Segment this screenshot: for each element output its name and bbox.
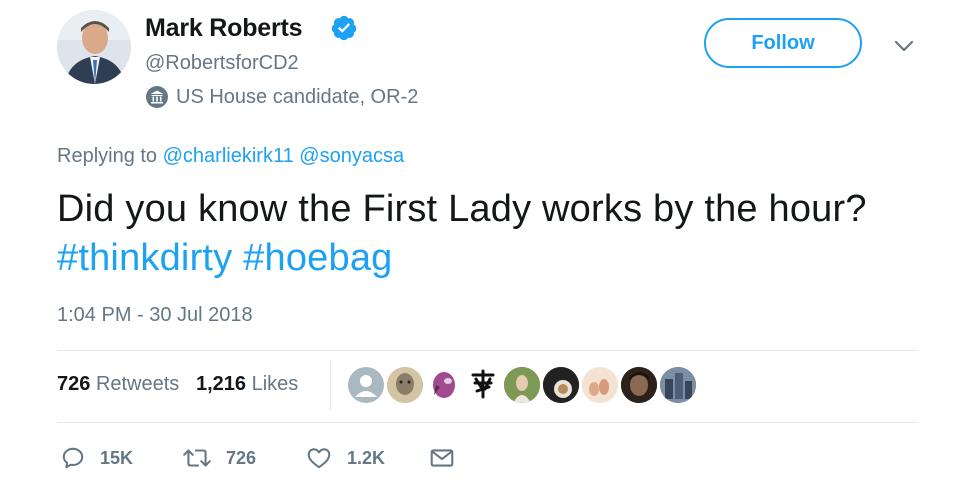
tweet-body: Did you know the First Lady works by the… — [57, 188, 867, 230]
reply-button[interactable]: 15K — [60, 443, 133, 473]
author-handle[interactable]: @RobertsforCD2 — [145, 52, 299, 75]
hashtag-link[interactable]: #hoebag — [243, 237, 392, 279]
tweet-timestamp[interactable]: 1:04 PM - 30 Jul 2018 — [57, 304, 253, 327]
author-name[interactable]: Mark Roberts — [145, 14, 303, 43]
tweet-stats: 726 Retweets 1,216 Likes — [57, 373, 298, 396]
retweets-label: Retweets — [95, 373, 180, 395]
reply-count: 15K — [100, 447, 134, 468]
reply-prefix: Replying to — [57, 145, 158, 167]
author-avatar[interactable] — [57, 10, 131, 84]
direct-message-button[interactable] — [428, 443, 470, 473]
retweets-count: 726 — [57, 373, 91, 395]
likes-label: Likes — [251, 373, 299, 395]
government-label-icon — [146, 86, 168, 108]
liker-avatar[interactable] — [387, 367, 423, 403]
liker-avatars — [348, 367, 699, 405]
liker-avatar[interactable] — [348, 367, 384, 403]
reply-icon — [62, 447, 84, 469]
retweet-count: 726 — [226, 447, 257, 468]
like-button[interactable]: 1.2K — [305, 443, 385, 473]
liker-avatar[interactable] — [621, 367, 657, 403]
like-icon — [307, 448, 331, 469]
divider — [57, 350, 918, 351]
likes-stat[interactable]: 1,216 Likes — [196, 373, 298, 395]
follow-button[interactable]: Follow — [704, 18, 862, 68]
tweet-text: Did you know the First Lady works by the… — [57, 185, 917, 283]
stats-divider — [330, 360, 331, 410]
liker-avatar[interactable] — [504, 367, 540, 403]
liker-avatar[interactable] — [582, 367, 618, 403]
like-count: 1.2K — [347, 447, 386, 468]
liker-avatar[interactable] — [660, 367, 696, 403]
verified-badge-icon — [331, 15, 357, 41]
message-icon — [430, 449, 454, 467]
retweet-button[interactable]: 726 — [182, 443, 256, 473]
mention-link[interactable]: @charliekirk11 — [163, 145, 294, 167]
divider — [57, 422, 918, 423]
reply-context: Replying to @charliekirk11 @sonyacsa — [57, 145, 404, 168]
chevron-down-icon[interactable] — [892, 36, 916, 56]
retweet-icon — [183, 449, 211, 467]
liker-avatar[interactable] — [543, 367, 579, 403]
retweets-stat[interactable]: 726 Retweets — [57, 373, 179, 395]
liker-avatar[interactable] — [465, 367, 501, 403]
mention-link[interactable]: @sonyacsa — [299, 145, 404, 167]
liker-avatar[interactable] — [426, 367, 462, 403]
likes-count: 1,216 — [195, 373, 247, 395]
hashtag-link[interactable]: #thinkdirty — [57, 237, 232, 279]
account-label: US House candidate, OR-2 — [176, 86, 419, 108]
